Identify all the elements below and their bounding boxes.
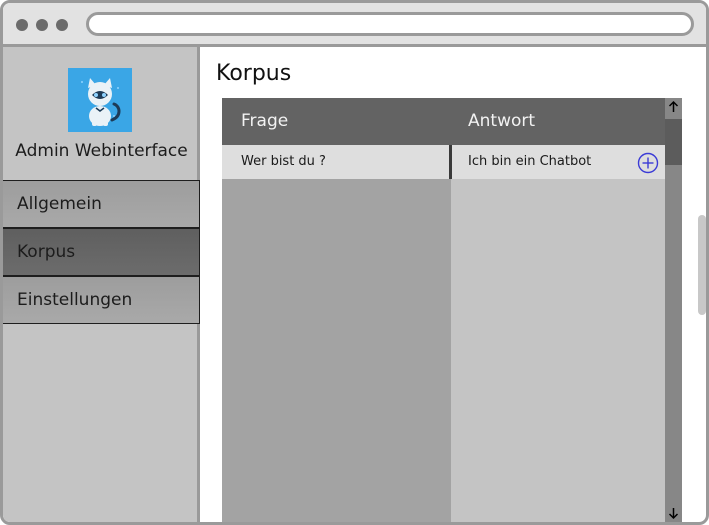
scrollbar-thumb[interactable]	[665, 119, 682, 165]
cat-logo-icon	[68, 68, 132, 132]
column-header-antwort: Antwort	[468, 111, 536, 131]
table-header: Frage Antwort	[222, 98, 665, 145]
corpus-table: Frage Antwort Wer bist du ? Ich bin ein …	[222, 98, 682, 522]
sidebar: Admin Webinterface Allgemein Korpus Eins…	[3, 47, 200, 522]
antwort-cell[interactable]: Ich bin ein Chatbot	[468, 145, 591, 179]
sidebar-item-einstellungen[interactable]: Einstellungen	[3, 276, 200, 324]
browser-titlebar	[3, 3, 706, 47]
browser-window: Admin Webinterface Allgemein Korpus Eins…	[0, 0, 709, 525]
sidebar-item-allgemein[interactable]: Allgemein	[3, 180, 200, 228]
app-title: Admin Webinterface	[15, 141, 188, 161]
arrow-up-icon[interactable]	[665, 99, 682, 115]
table-scrollbar[interactable]	[665, 98, 682, 522]
window-maximize-dot[interactable]	[56, 19, 68, 31]
address-bar[interactable]	[86, 12, 694, 36]
sidebar-item-korpus[interactable]: Korpus	[3, 228, 200, 276]
column-divider[interactable]	[449, 145, 452, 179]
arrow-down-icon[interactable]	[665, 505, 682, 521]
window-minimize-dot[interactable]	[36, 19, 48, 31]
table-row[interactable]: Wer bist du ? Ich bin ein Chatbot	[222, 145, 665, 179]
page-scrollbar[interactable]	[698, 215, 706, 315]
main-content: Korpus Frage Antwort Wer bist du ? Ich b…	[203, 47, 699, 522]
column-header-frage: Frage	[241, 111, 289, 131]
plus-circle-icon	[637, 152, 659, 174]
add-answer-button[interactable]	[637, 152, 659, 174]
window-close-dot[interactable]	[16, 19, 28, 31]
page-title: Korpus	[216, 61, 292, 86]
frage-cell[interactable]: Wer bist du ?	[241, 145, 326, 179]
